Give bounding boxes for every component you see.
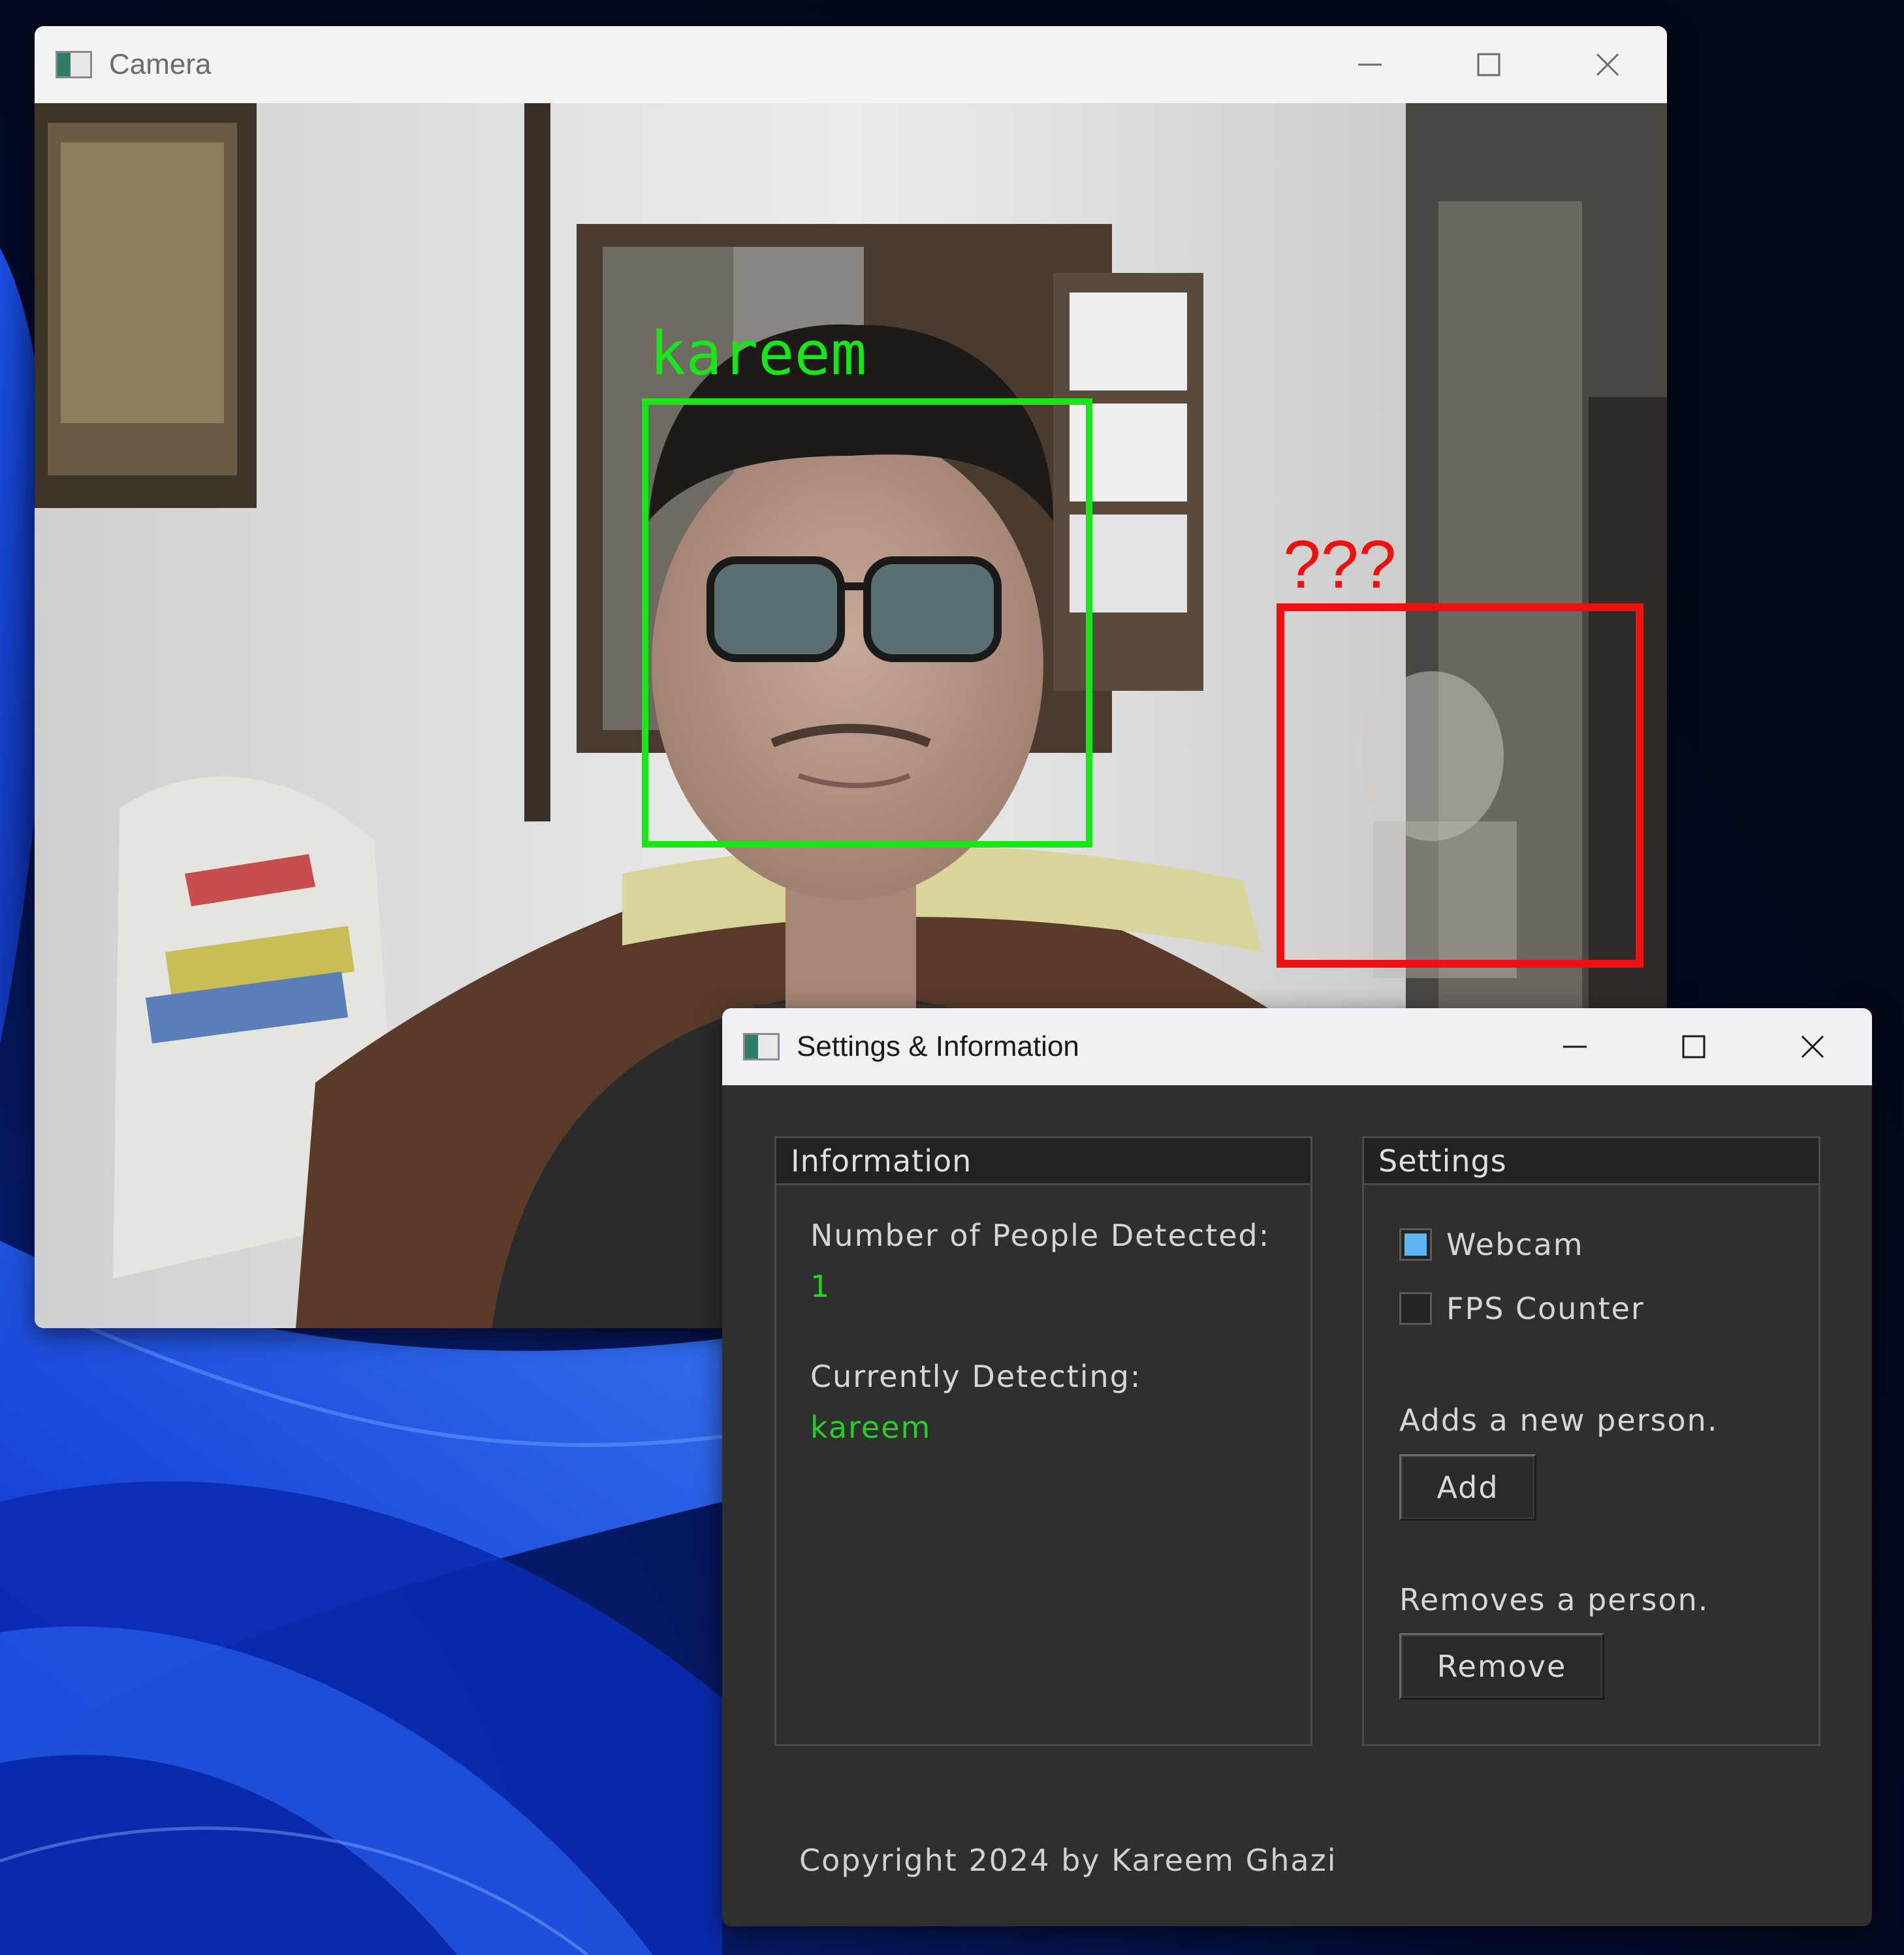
remove-person-hint: Removes a person. — [1399, 1582, 1709, 1617]
add-person-button[interactable]: Add — [1399, 1454, 1536, 1521]
currently-detecting-value: kareem — [810, 1410, 932, 1445]
settings-panel: Settings Webcam FPS Counter Adds a new p… — [1362, 1136, 1820, 1746]
settings-titlebar[interactable]: Settings & Information — [722, 1008, 1872, 1085]
maximize-button[interactable] — [1429, 26, 1548, 103]
fps-counter-label: FPS Counter — [1446, 1291, 1645, 1326]
close-icon — [1801, 1035, 1824, 1058]
unknown-face-label: ??? — [1283, 527, 1397, 603]
minimize-button[interactable] — [1515, 1008, 1634, 1085]
app-window-icon — [743, 1033, 780, 1060]
add-person-hint: Adds a new person. — [1399, 1403, 1719, 1438]
minimize-icon — [1563, 1045, 1587, 1048]
webcam-label: Webcam — [1446, 1227, 1584, 1262]
settings-window[interactable]: Settings & Information Information Numbe… — [722, 1008, 1872, 1926]
close-icon — [1596, 53, 1619, 76]
information-header-label: Information — [791, 1143, 972, 1179]
checkbox-checked-indicator — [1404, 1233, 1427, 1256]
information-header: Information — [776, 1138, 1310, 1185]
camera-titlebar[interactable]: Camera — [35, 26, 1667, 103]
remove-person-button[interactable]: Remove — [1399, 1633, 1604, 1700]
close-button[interactable] — [1548, 26, 1667, 103]
maximize-icon — [1477, 53, 1500, 76]
camera-window-title: Camera — [109, 48, 212, 80]
webcam-toggle[interactable]: Webcam — [1399, 1227, 1584, 1262]
settings-header: Settings — [1364, 1138, 1818, 1185]
minimize-button[interactable] — [1310, 26, 1429, 103]
maximize-button[interactable] — [1634, 1008, 1753, 1085]
webcam-checkbox[interactable] — [1399, 1228, 1432, 1261]
currently-detecting-label: Currently Detecting: — [810, 1359, 1142, 1394]
maximize-icon — [1682, 1035, 1706, 1058]
people-detected-label: Number of People Detected: — [810, 1218, 1271, 1253]
minimize-icon — [1358, 63, 1382, 66]
copyright-text: Copyright 2024 by Kareem Ghazi — [799, 1843, 1337, 1878]
settings-header-label: Settings — [1378, 1143, 1507, 1179]
settings-window-title: Settings & Information — [797, 1030, 1079, 1062]
known-face-label: kareem — [650, 319, 867, 389]
people-detected-value: 1 — [810, 1269, 831, 1304]
fps-counter-checkbox[interactable] — [1399, 1292, 1432, 1325]
close-button[interactable] — [1753, 1008, 1872, 1085]
fps-counter-toggle[interactable]: FPS Counter — [1399, 1291, 1645, 1326]
app-window-icon — [56, 51, 92, 78]
information-panel: Information Number of People Detected: 1… — [774, 1136, 1312, 1746]
